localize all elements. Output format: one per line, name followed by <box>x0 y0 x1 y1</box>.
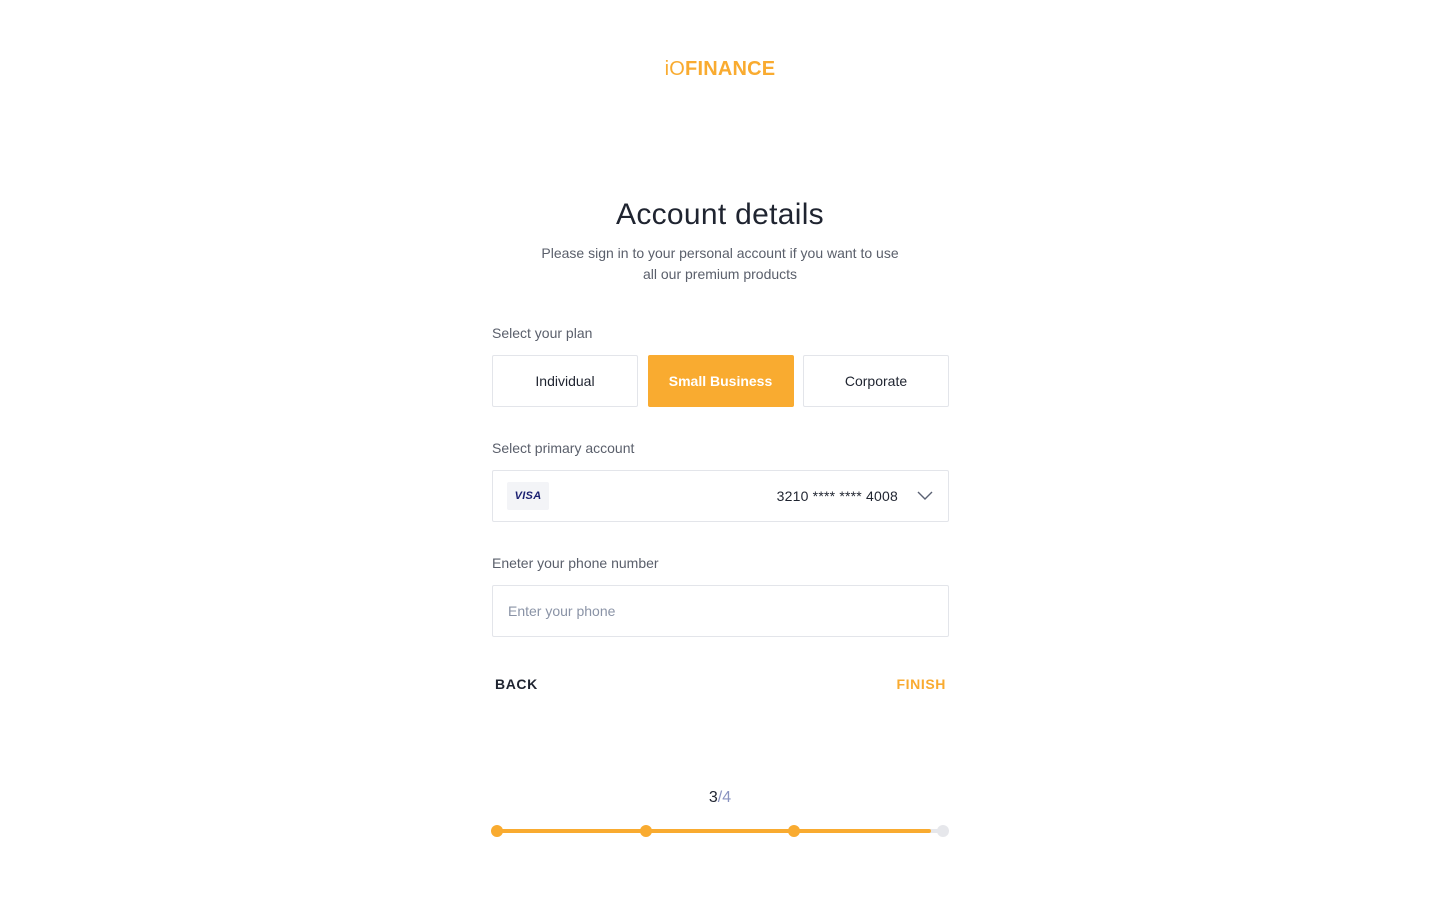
finish-button[interactable]: FINISH <box>894 672 950 696</box>
brand-logo: iOFINANCE <box>0 58 1440 81</box>
visa-card-icon: VISA <box>507 482 549 510</box>
progress-step-4 <box>937 825 949 837</box>
step-counter: 3/4 <box>0 789 1440 807</box>
progress-step-2 <box>640 825 652 837</box>
plan-label: Select your plan <box>492 325 593 341</box>
page-title: Account details <box>616 198 824 231</box>
plan-option-individual[interactable]: Individual <box>492 355 638 407</box>
form-actions: BACK FINISH <box>492 672 949 696</box>
account-form: Select your plan Individual Small Busine… <box>492 322 949 696</box>
primary-account-select[interactable]: VISA 3210 **** **** 4008 <box>492 470 949 522</box>
card-number: 3210 **** **** 4008 <box>776 488 898 504</box>
phone-label: Eneter your phone number <box>492 555 659 571</box>
plan-selector: Individual Small Business Corporate <box>492 355 949 407</box>
chevron-down-icon <box>916 487 934 505</box>
step-total: 4 <box>722 789 732 806</box>
step-current: 3 <box>708 789 718 806</box>
progress-bar <box>491 825 949 837</box>
primary-account-label: Select primary account <box>492 440 635 456</box>
plan-option-corporate[interactable]: Corporate <box>803 355 949 407</box>
phone-input[interactable] <box>492 585 949 637</box>
page-subtitle: Please sign in to your personal account … <box>541 245 899 282</box>
progress-fill <box>497 829 931 833</box>
logo-name: FINANCE <box>685 58 776 80</box>
back-button[interactable]: BACK <box>492 672 541 696</box>
progress-step-3 <box>788 825 800 837</box>
progress-step-1 <box>491 825 503 837</box>
plan-option-small-business[interactable]: Small Business <box>647 355 794 407</box>
logo-prefix: iO <box>664 58 686 80</box>
